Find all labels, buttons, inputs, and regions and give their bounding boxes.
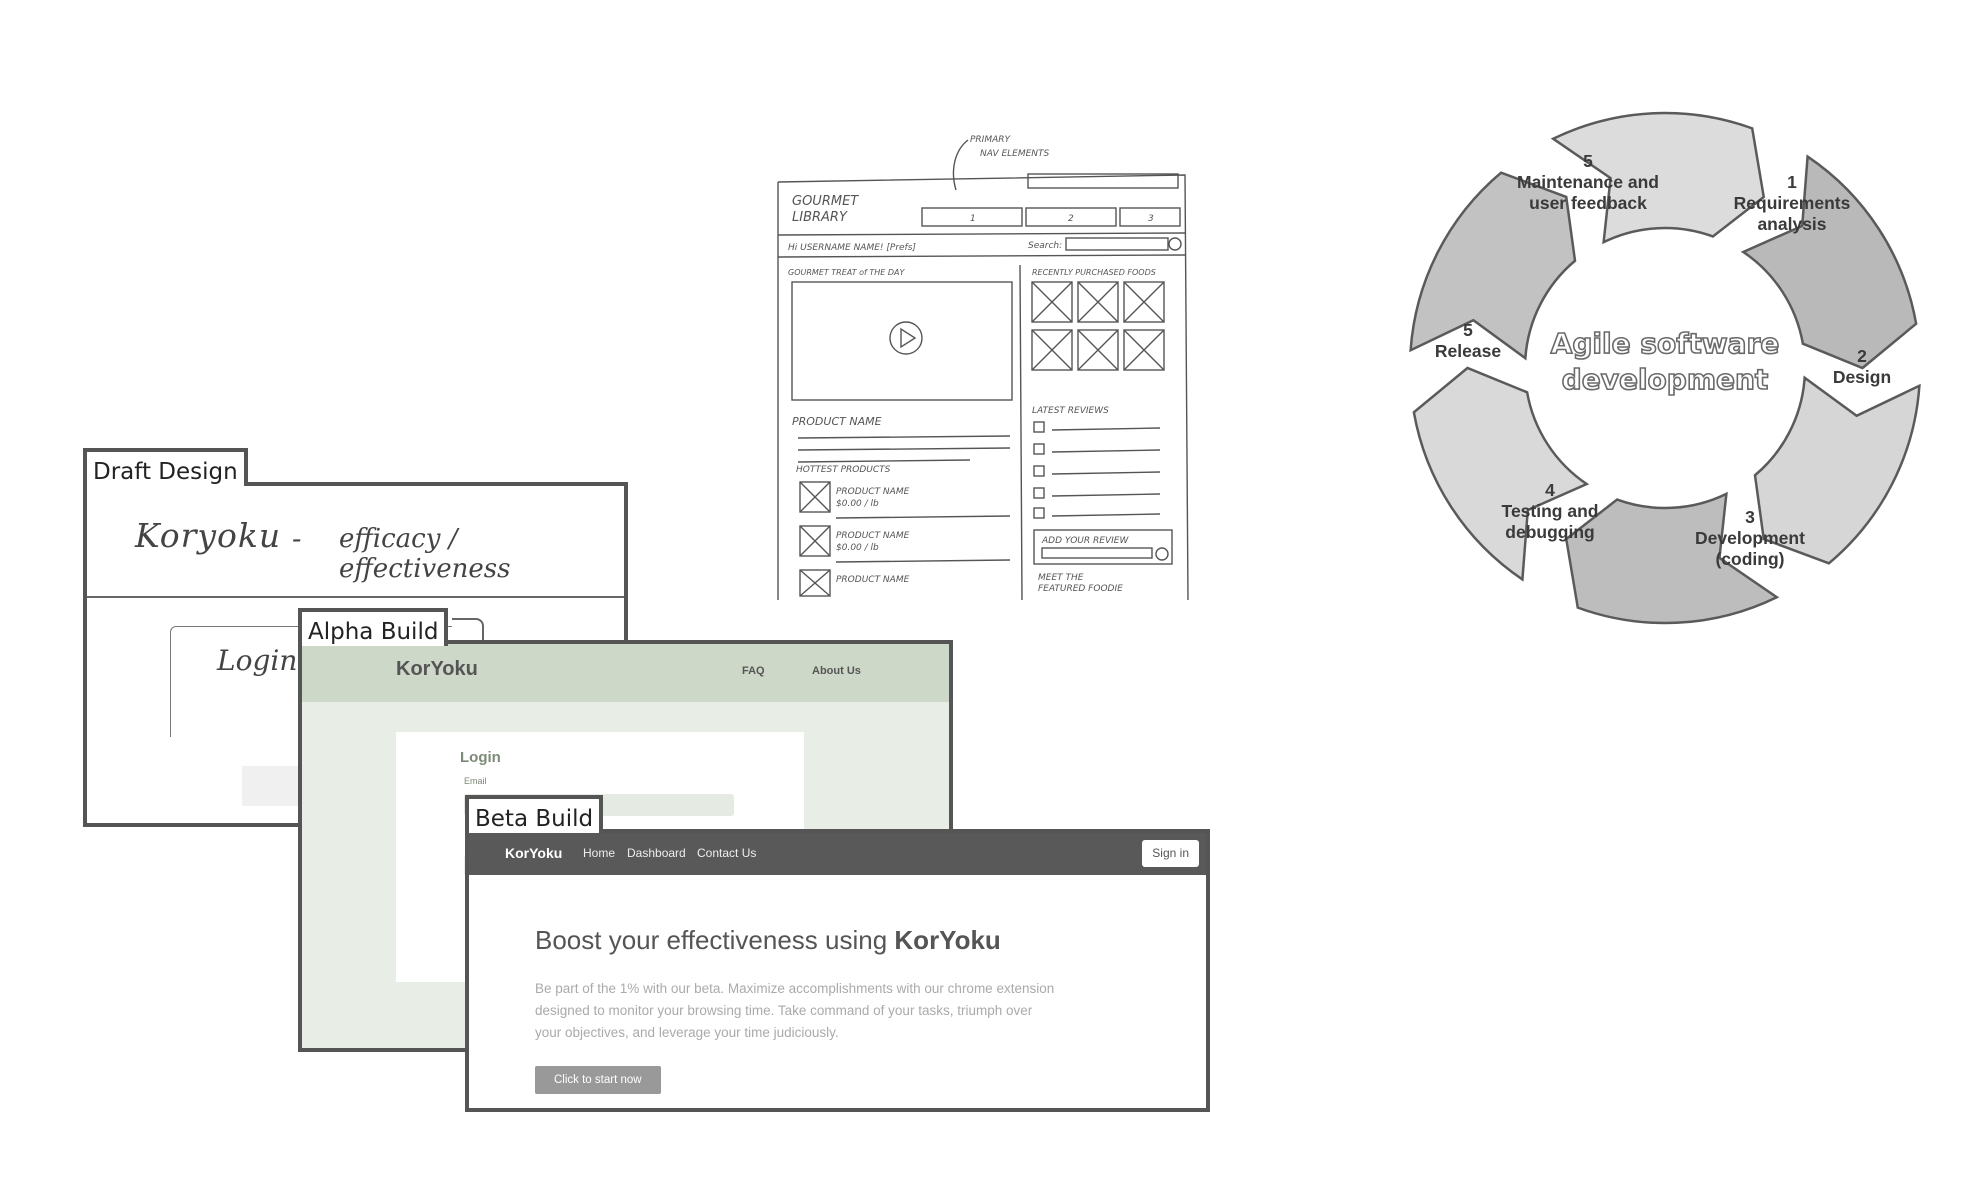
beta-build-tab: Beta Build bbox=[465, 795, 604, 833]
beta-cta-button[interactable]: Click to start now bbox=[535, 1066, 661, 1094]
beta-body-text: Be part of the 1% with our beta. Maximiz… bbox=[535, 981, 1055, 1040]
cycle-center-line-1: Agile software bbox=[1551, 327, 1780, 360]
sketch-item3-name: PRODUCT NAME bbox=[836, 575, 910, 585]
beta-build-frame: KorYoku Home Dashboard Contact Us Sign i… bbox=[465, 829, 1210, 1112]
stage-5-line-1: Release bbox=[1435, 341, 1501, 361]
beta-headline: Boost your effectiveness using KorYoku bbox=[535, 925, 1001, 956]
stage-6-line-2: user feedback bbox=[1529, 193, 1647, 213]
draft-login-label: Login bbox=[217, 644, 298, 677]
sketch-logo-2: LIBRARY bbox=[792, 210, 848, 225]
sketch-latest-reviews: LATEST REVIEWS bbox=[1032, 406, 1109, 416]
sketch-tab-1: 1 bbox=[970, 214, 976, 224]
stage-2-line-1: Design bbox=[1833, 367, 1891, 387]
sketch-tab-2: 2 bbox=[1068, 214, 1074, 224]
stage-1-line-1: Requirements bbox=[1734, 193, 1851, 213]
alpha-build-tab: Alpha Build bbox=[298, 608, 449, 646]
draft-title: Koryoku bbox=[135, 516, 282, 555]
alpha-nav-faq[interactable]: FAQ bbox=[742, 665, 765, 677]
stage-2-number: 2 bbox=[1857, 346, 1867, 366]
sketch-treat-title: GOURMET TREAT of THE DAY bbox=[788, 268, 906, 277]
beta-nav-dashboard[interactable]: Dashboard bbox=[627, 846, 686, 860]
draft-divider bbox=[87, 596, 624, 598]
stage-3-line-2: (coding) bbox=[1715, 549, 1784, 569]
sketch-product-name: PRODUCT NAME bbox=[792, 415, 882, 428]
cycle-center-line-2: development bbox=[1562, 363, 1769, 396]
stage-4-line-1: Testing and bbox=[1502, 501, 1599, 521]
sketch-logo-1: GOURMET bbox=[792, 194, 859, 209]
stage-3-number: 3 bbox=[1745, 507, 1755, 527]
sketch-tab-3: 3 bbox=[1148, 214, 1154, 224]
beta-headline-prefix: Boost your effectiveness using bbox=[535, 925, 895, 955]
beta-headline-brand: KorYoku bbox=[894, 925, 1001, 955]
alpha-tab-ghost bbox=[452, 618, 484, 640]
beta-brand[interactable]: KorYoku bbox=[505, 845, 562, 861]
stage-4-number: 4 bbox=[1545, 480, 1555, 500]
agile-cycle-diagram: Agile software development 1 Requirement… bbox=[1409, 111, 1921, 625]
draft-design-tab: Draft Design bbox=[83, 448, 248, 486]
sketch-item2-price: $0.00 / lb bbox=[836, 543, 879, 553]
sketch-item1-name: PRODUCT NAME bbox=[836, 487, 910, 497]
sketch-meet-1: MEET THE bbox=[1038, 573, 1084, 583]
sketch-annotation-1: PRIMARY bbox=[970, 135, 1012, 145]
stage-6-number: 5 bbox=[1583, 151, 1593, 171]
draft-subtitle: efficacy / effectiveness bbox=[339, 524, 511, 584]
stage-1-line-2: analysis bbox=[1757, 214, 1826, 234]
sketch-recent-grid bbox=[1031, 281, 1165, 371]
sketch-add-review: ADD YOUR REVIEW bbox=[1041, 536, 1129, 546]
alpha-navbar: KorYoku FAQ About Us bbox=[302, 644, 949, 702]
wireframe-sketch: PRIMARY NAV ELEMENTS 1 2 3 GOURMET LIBRA… bbox=[777, 135, 1189, 601]
sketch-item1-price: $0.00 / lb bbox=[836, 499, 879, 509]
beta-navbar: KorYoku Home Dashboard Contact Us Sign i… bbox=[469, 833, 1206, 875]
alpha-logo[interactable]: KorYoku bbox=[396, 658, 478, 681]
beta-nav-contact-us[interactable]: Contact Us bbox=[697, 846, 756, 860]
alpha-nav-about-us[interactable]: About Us bbox=[812, 665, 861, 677]
sketch-recent-title: RECENTLY PURCHASED FOODS bbox=[1032, 268, 1156, 277]
sketch-greeting: Hi USERNAME NAME! [Prefs] bbox=[788, 243, 916, 253]
stage-6-line-1: Maintenance and bbox=[1517, 172, 1659, 192]
sketch-hottest: HOTTEST PRODUCTS bbox=[796, 465, 891, 475]
sketch-meet-2: FEATURED FOODIE bbox=[1038, 584, 1123, 594]
sketch-review-list bbox=[1033, 421, 1161, 519]
stage-4-line-2: debugging bbox=[1505, 522, 1594, 542]
beta-nav-home[interactable]: Home bbox=[583, 846, 615, 860]
draft-dash: - bbox=[292, 522, 302, 555]
cycle-segment-5 bbox=[1412, 366, 1590, 582]
sketch-annotation-2: NAV ELEMENTS bbox=[980, 149, 1050, 159]
beta-signin-button[interactable]: Sign in bbox=[1142, 840, 1199, 867]
alpha-email-label: Email bbox=[464, 776, 487, 786]
sketch-search-label: Search: bbox=[1028, 241, 1062, 251]
stage-3-line-1: Development bbox=[1695, 528, 1805, 548]
sketch-item2-name: PRODUCT NAME bbox=[836, 531, 910, 541]
alpha-login-title: Login bbox=[460, 749, 501, 766]
stage-1-number: 1 bbox=[1787, 172, 1797, 192]
stage-5-number: 5 bbox=[1463, 320, 1473, 340]
